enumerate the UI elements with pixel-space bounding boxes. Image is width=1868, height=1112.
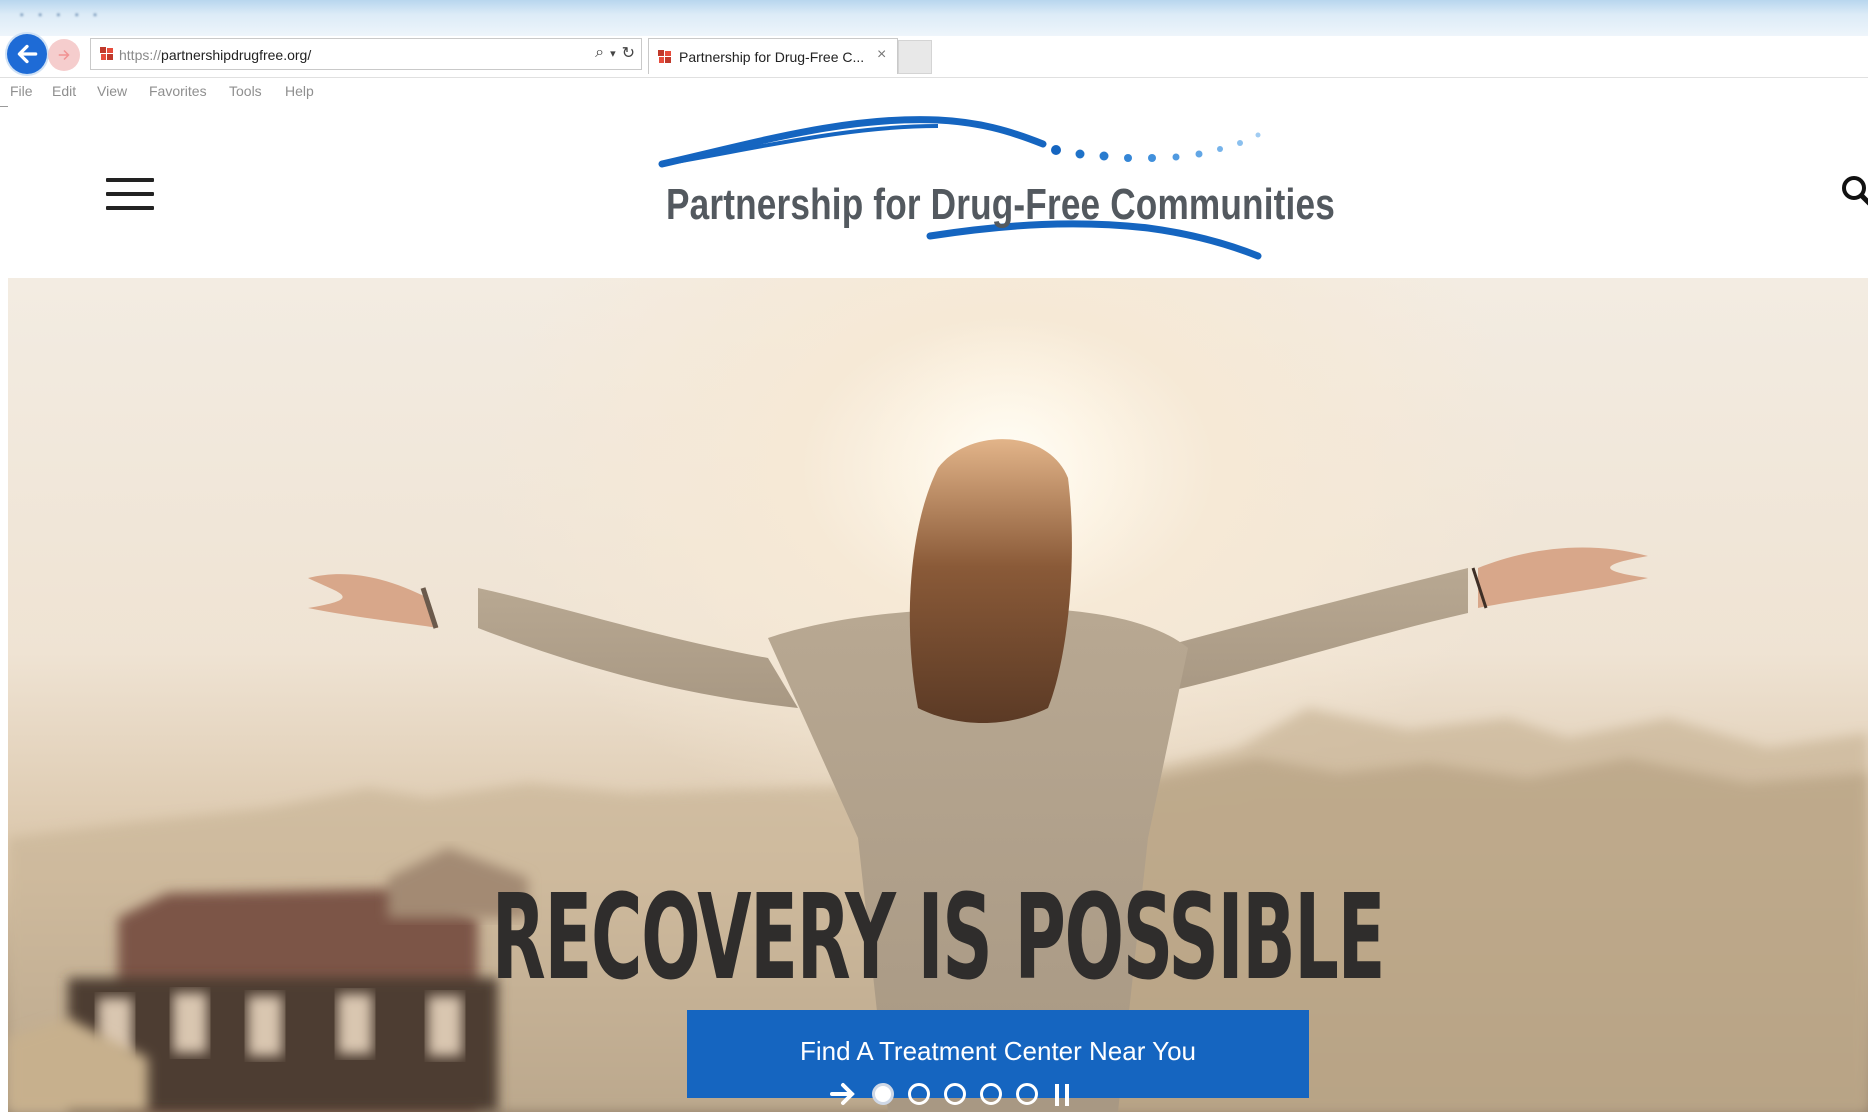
slide-dot-3[interactable] [944,1083,966,1105]
hero-headline: RECOVERY IS POSSIBLE [491,868,1386,1006]
menu-favorites[interactable]: Favorites [149,83,207,99]
forward-button[interactable] [48,39,80,71]
slide-dot-2[interactable] [908,1083,930,1105]
window-title [710,10,1300,22]
site-header: Partnership for Drug-Free Communities [8,106,1868,278]
dropdown-icon[interactable]: ▾ [610,47,616,60]
menu-file[interactable]: File [10,83,33,99]
hamburger-bar [106,178,154,182]
search-icon[interactable] [1840,172,1868,212]
back-arrow-icon [17,44,38,64]
back-button[interactable] [7,34,47,74]
address-bar[interactable]: https://partnershipdrugfree.org/ ⌕ ▾ ↻ [90,38,642,70]
menu-tools[interactable]: Tools [229,83,262,99]
slide-dot-1[interactable] [872,1083,894,1105]
pause-icon[interactable] [1052,1080,1074,1108]
tab-title: Partnership for Drug-Free C... [679,49,865,65]
tab-favicon-icon [658,50,671,63]
logo-text: Partnership for Drug-Free Communities [666,180,1335,229]
slide-dot-4[interactable] [980,1083,1002,1105]
refresh-icon[interactable]: ↻ [622,43,635,63]
url-host: partnershipdrugfree.org/ [161,47,312,63]
hamburger-menu-button[interactable] [106,172,158,212]
url-text[interactable]: https://partnershipdrugfree.org/ [119,47,311,63]
hamburger-bar [106,192,154,196]
url-protocol: https:// [119,47,162,63]
hero-slider: RECOVERY IS POSSIBLE Find A Treatment Ce… [8,278,1868,1112]
menu-edit[interactable]: Edit [52,83,76,99]
chevron-right-icon[interactable] [828,1079,858,1109]
menu-view[interactable]: View [97,83,127,99]
menu-bar: File Edit View Favorites Tools Help [0,77,1868,107]
browser-tab-active[interactable]: Partnership for Drug-Free C... × [648,38,898,74]
site-favicon-icon [100,47,113,60]
slider-controls [828,1074,1074,1112]
forward-icon [58,49,70,61]
site-logo[interactable]: Partnership for Drug-Free Communities [648,116,1338,276]
hamburger-bar [106,206,154,210]
slide-dot-5[interactable] [1016,1083,1038,1105]
quick-access-icons: ▪ ▪ ▪ ▪ ▪ [20,10,103,21]
new-tab-button[interactable] [898,40,932,74]
search-glyph-icon[interactable]: ⌕ [595,44,604,62]
address-tools: ⌕ ▾ ↻ [595,43,635,63]
menu-help[interactable]: Help [285,83,314,99]
window-titlebar: ▪ ▪ ▪ ▪ ▪ [0,0,1868,36]
tab-close-icon[interactable]: × [877,46,886,64]
